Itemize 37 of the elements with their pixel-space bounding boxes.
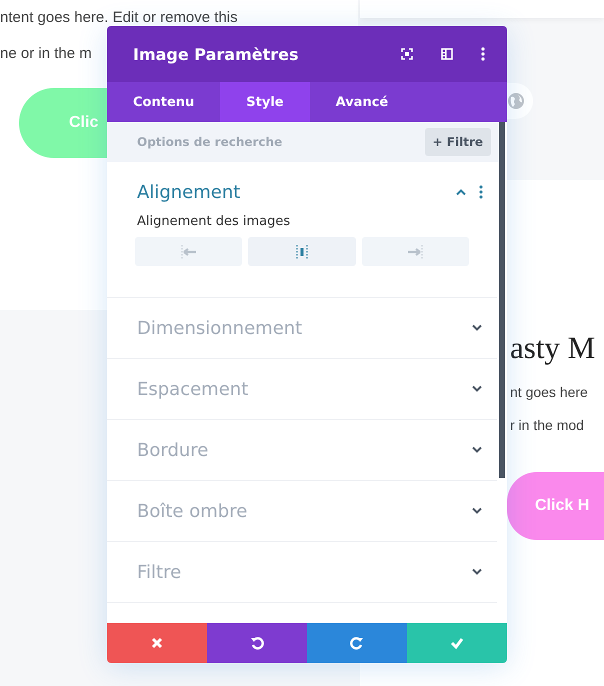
arrow-left-icon [178, 244, 199, 258]
cta-button[interactable]: Clic [19, 88, 107, 158]
chevron-down-icon[interactable] [471, 385, 483, 393]
search-field[interactable]: Options de recherche [107, 122, 421, 162]
close-icon [150, 636, 164, 650]
section-title[interactable]: Filtre [137, 562, 459, 582]
more-icon[interactable] [481, 47, 485, 61]
undo-icon [250, 636, 264, 650]
arrow-right-icon [405, 244, 426, 258]
chevron-down-icon[interactable] [471, 324, 483, 332]
section-title[interactable]: Alignement [137, 182, 443, 202]
tab[interactable]: Style [220, 82, 310, 122]
redo-icon [350, 636, 364, 650]
heading: asty M [510, 330, 596, 366]
filter-button[interactable]: + Filtre [424, 128, 491, 156]
check-icon [450, 636, 464, 650]
tab[interactable]: Avancé [310, 82, 414, 122]
chevron-down-icon[interactable] [471, 568, 483, 576]
field-label: Alignement des images [137, 214, 292, 229]
body-text: nt goes here [510, 384, 588, 400]
body-text: ne or in the m [0, 44, 92, 64]
more-icon[interactable] [479, 185, 483, 199]
panel-title: Image Paramètres [133, 44, 300, 64]
chevron-up-icon[interactable] [455, 188, 467, 196]
cta-button[interactable]: Click H [507, 472, 604, 540]
chevron-down-icon[interactable] [471, 446, 483, 454]
expand-icon[interactable] [401, 48, 413, 60]
body-text: ntent goes here. Edit or remove this [0, 8, 238, 28]
scrollbar[interactable] [499, 122, 505, 478]
body-text: r in the mod [510, 417, 584, 433]
section-title[interactable]: Dimensionnement [137, 318, 459, 338]
section-title[interactable]: Espacement [137, 378, 459, 400]
section-title[interactable]: Boîte ombre [137, 500, 459, 522]
section-title[interactable]: Bordure [137, 440, 459, 460]
tab[interactable]: Contenu [107, 82, 220, 122]
layout-icon[interactable] [441, 48, 453, 60]
chevron-down-icon[interactable] [471, 507, 483, 515]
